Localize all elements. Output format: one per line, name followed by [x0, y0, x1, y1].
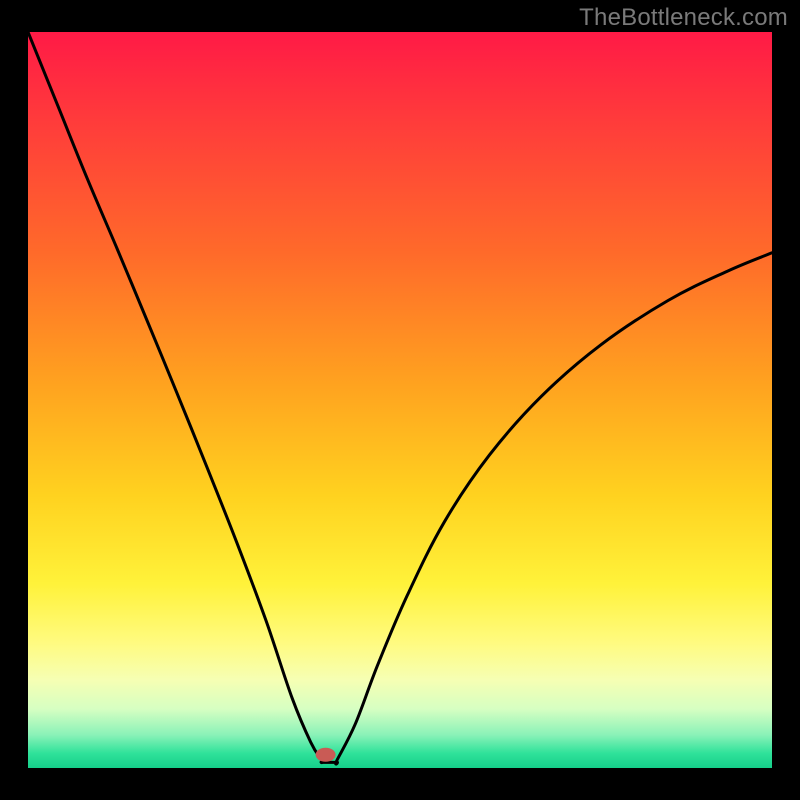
plot-area	[28, 32, 772, 768]
chart-background	[28, 32, 772, 768]
watermark-text: TheBottleneck.com	[579, 4, 788, 32]
optimal-point-marker	[316, 748, 336, 762]
bottleneck-chart	[28, 32, 772, 768]
chart-container: TheBottleneck.com	[0, 0, 800, 800]
